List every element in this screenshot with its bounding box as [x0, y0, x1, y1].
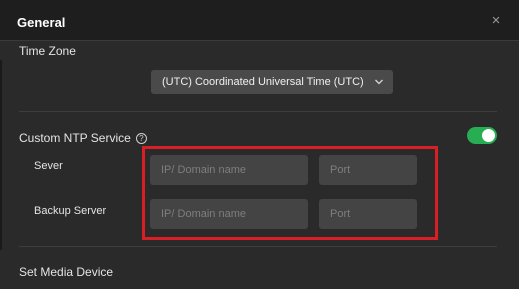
close-icon[interactable]: ×	[487, 12, 505, 30]
time-zone-select[interactable]: (UTC) Coordinated Universal Time (UTC)	[151, 70, 393, 94]
server-label: Sever	[34, 160, 63, 172]
backup-server-ip-input[interactable]	[150, 199, 308, 229]
panel-edge	[0, 60, 2, 250]
help-icon[interactable]: ?	[135, 133, 147, 144]
toggle-knob	[482, 129, 495, 142]
dialog-title: General	[17, 15, 66, 30]
server-port-input[interactable]	[319, 155, 417, 185]
set-media-device-label: Set Media Device	[19, 265, 114, 279]
chevron-down-icon	[375, 79, 383, 85]
custom-ntp-label: Custom NTP Service?	[19, 131, 147, 145]
backup-server-label: Backup Server	[34, 205, 107, 217]
section-divider	[19, 111, 497, 112]
server-ip-input[interactable]	[150, 155, 308, 185]
section-divider	[19, 246, 497, 247]
time-zone-label: Time Zone	[19, 44, 76, 58]
general-settings-dialog: General × Time Zone (UTC) Coordinated Un…	[0, 0, 519, 289]
backup-server-port-input[interactable]	[319, 199, 417, 229]
dialog-header: General ×	[0, 0, 519, 41]
custom-ntp-label-text: Custom NTP Service	[19, 131, 131, 145]
custom-ntp-toggle[interactable]	[467, 127, 497, 144]
time-zone-selected-value: (UTC) Coordinated Universal Time (UTC)	[162, 76, 364, 88]
